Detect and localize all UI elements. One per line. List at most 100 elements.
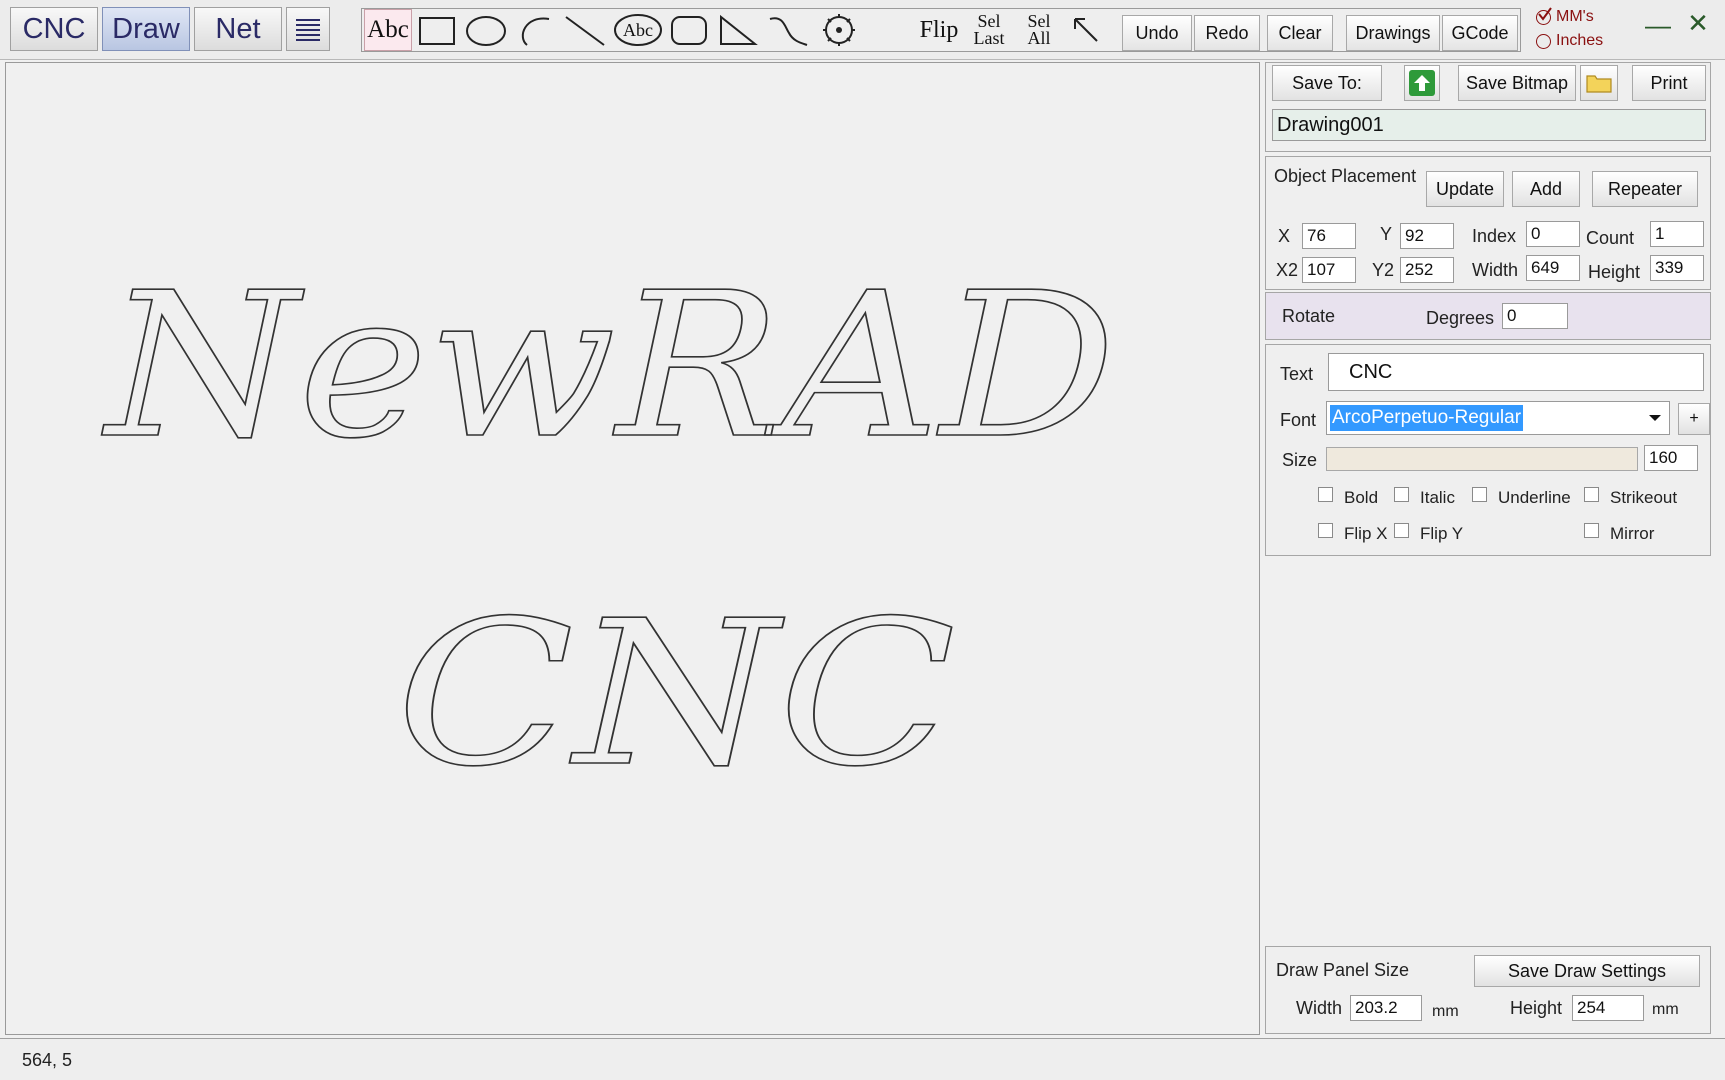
text-field[interactable]: CNC xyxy=(1328,353,1704,391)
repeater-button[interactable]: Repeater xyxy=(1592,171,1698,207)
draw-panel-size-panel: Draw Panel Size Save Draw Settings Width… xyxy=(1265,946,1711,1034)
mm-radio[interactable] xyxy=(1536,6,1552,25)
bold-checkbox[interactable] xyxy=(1318,487,1333,502)
tab-cnc[interactable]: CNC xyxy=(10,7,98,51)
y-field[interactable]: 92 xyxy=(1400,223,1454,249)
panel-width-field[interactable]: 203.2 xyxy=(1350,995,1422,1021)
degrees-label: Degrees xyxy=(1426,308,1495,328)
count-field[interactable]: 1 xyxy=(1650,221,1704,247)
arrow-pointer-icon xyxy=(1074,18,1098,42)
font-select[interactable]: ArcoPerpetuo-Regular xyxy=(1326,401,1670,435)
italic-checkbox[interactable] xyxy=(1394,487,1409,502)
text-properties-panel: Text CNC Font ArcoPerpetuo-Regular + Siz… xyxy=(1265,344,1711,556)
print-button[interactable]: Print xyxy=(1632,65,1706,101)
drawings-button[interactable]: Drawings xyxy=(1346,15,1440,51)
text-tool[interactable]: Abc xyxy=(364,9,412,51)
clear-button[interactable]: Clear xyxy=(1267,15,1333,51)
tab-net[interactable]: Net xyxy=(194,7,282,51)
height-field[interactable]: 339 xyxy=(1650,255,1704,281)
font-select-value: ArcoPerpetuo-Regular xyxy=(1330,405,1524,431)
save-bitmap-button[interactable]: Save Bitmap xyxy=(1458,65,1576,101)
y2-label: Y2 xyxy=(1372,260,1395,280)
units-inches-option[interactable]: Inches xyxy=(1536,30,1603,52)
draw-panel-size-title: Draw Panel Size xyxy=(1276,960,1410,980)
units-mm-option[interactable]: MM's xyxy=(1536,6,1594,28)
flip-x-checkbox[interactable] xyxy=(1318,523,1333,538)
curve-tool[interactable] xyxy=(764,9,814,51)
ellipse-icon xyxy=(466,16,506,46)
line-tool[interactable] xyxy=(560,9,610,51)
drawing-canvas[interactable]: NewRAD CNC xyxy=(5,62,1260,1035)
index-field[interactable]: 0 xyxy=(1526,221,1580,247)
undo-button[interactable]: Undo xyxy=(1122,15,1192,51)
save-draw-settings-button[interactable]: Save Draw Settings xyxy=(1474,955,1700,987)
redo-button[interactable]: Redo xyxy=(1194,15,1260,51)
panel-height-unit: mm xyxy=(1652,1001,1679,1018)
line-icon xyxy=(565,16,605,46)
underline-checkbox[interactable] xyxy=(1472,487,1487,502)
flip-y-checkbox[interactable] xyxy=(1394,523,1409,538)
save-panel: Save To: Save Bitmap Print Drawing001 xyxy=(1265,62,1711,152)
open-folder-button[interactable] xyxy=(1580,65,1618,101)
triangle-tool[interactable] xyxy=(714,9,762,51)
panel-width-label: Width xyxy=(1296,998,1343,1018)
height-label: Height xyxy=(1588,262,1641,282)
add-font-button[interactable]: + xyxy=(1678,403,1710,435)
save-to-button[interactable]: Save To: xyxy=(1272,65,1382,101)
tab-draw[interactable]: Draw xyxy=(102,7,190,51)
x2-field[interactable]: 107 xyxy=(1302,257,1356,283)
mirror-checkbox[interactable] xyxy=(1584,523,1599,538)
y-label: Y xyxy=(1380,224,1393,244)
drawing-tools: Abc Abc Flip Sel Last Sel All Undo Redo … xyxy=(361,8,1521,52)
inches-label: Inches xyxy=(1556,32,1604,49)
gear-tool[interactable] xyxy=(816,9,862,51)
upload-button[interactable] xyxy=(1404,65,1440,101)
y2-field[interactable]: 252 xyxy=(1400,257,1454,283)
panel-height-label: Height xyxy=(1510,998,1563,1018)
inches-radio[interactable] xyxy=(1536,33,1551,49)
minimize-button[interactable]: — xyxy=(1640,10,1676,44)
flip-y-label: Flip Y xyxy=(1420,524,1464,543)
select-last-button[interactable]: Sel Last xyxy=(964,9,1014,51)
update-button[interactable]: Update xyxy=(1426,171,1504,207)
arc-tool[interactable] xyxy=(512,9,558,51)
triangle-icon xyxy=(720,14,758,45)
arc-icon xyxy=(521,17,550,46)
rotate-label: Rotate xyxy=(1282,306,1336,326)
ellipse-tool[interactable] xyxy=(462,9,510,51)
underline-label: Underline xyxy=(1498,488,1571,507)
status-bar: 564, 5 xyxy=(0,1038,1725,1080)
select-last-line2: Last xyxy=(973,28,1005,48)
italic-label: Italic xyxy=(1420,488,1455,507)
chevron-down-icon xyxy=(1649,415,1661,421)
x2-label: X2 xyxy=(1276,260,1299,280)
panel-height-field[interactable]: 254 xyxy=(1572,995,1644,1021)
bold-label: Bold xyxy=(1344,488,1379,507)
canvas-text-newrad[interactable]: NewRAD xyxy=(101,249,1117,484)
width-field[interactable]: 649 xyxy=(1526,255,1580,281)
pointer-tool[interactable] xyxy=(1064,9,1110,51)
size-slider[interactable] xyxy=(1326,447,1638,471)
canvas-text-cnc[interactable]: CNC xyxy=(395,577,957,812)
rounded-rectangle-tool[interactable] xyxy=(666,9,712,51)
rotate-panel: Rotate Degrees 0 xyxy=(1265,292,1711,340)
x-label: X xyxy=(1278,226,1291,246)
upload-arrow-icon xyxy=(1409,70,1435,96)
units-selector: MM's Inches xyxy=(1536,4,1626,52)
flip-button[interactable]: Flip xyxy=(914,9,964,51)
rectangle-tool[interactable] xyxy=(414,9,460,51)
x-field[interactable]: 76 xyxy=(1302,223,1356,249)
drawing-name-field[interactable]: Drawing001 xyxy=(1272,109,1706,141)
mm-label: MM's xyxy=(1556,8,1594,25)
menu-button[interactable] xyxy=(286,7,330,51)
width-label: Width xyxy=(1472,260,1519,280)
add-button[interactable]: Add xyxy=(1512,171,1580,207)
close-button[interactable]: ✕ xyxy=(1680,8,1716,42)
strikeout-checkbox[interactable] xyxy=(1584,487,1599,502)
size-field[interactable]: 160 xyxy=(1644,445,1698,471)
circle-text-tool[interactable]: Abc xyxy=(612,9,664,51)
folder-icon xyxy=(1586,75,1612,93)
gcode-button[interactable]: GCode xyxy=(1442,15,1518,51)
degrees-field[interactable]: 0 xyxy=(1502,303,1568,329)
select-all-button[interactable]: Sel All xyxy=(1014,9,1064,51)
